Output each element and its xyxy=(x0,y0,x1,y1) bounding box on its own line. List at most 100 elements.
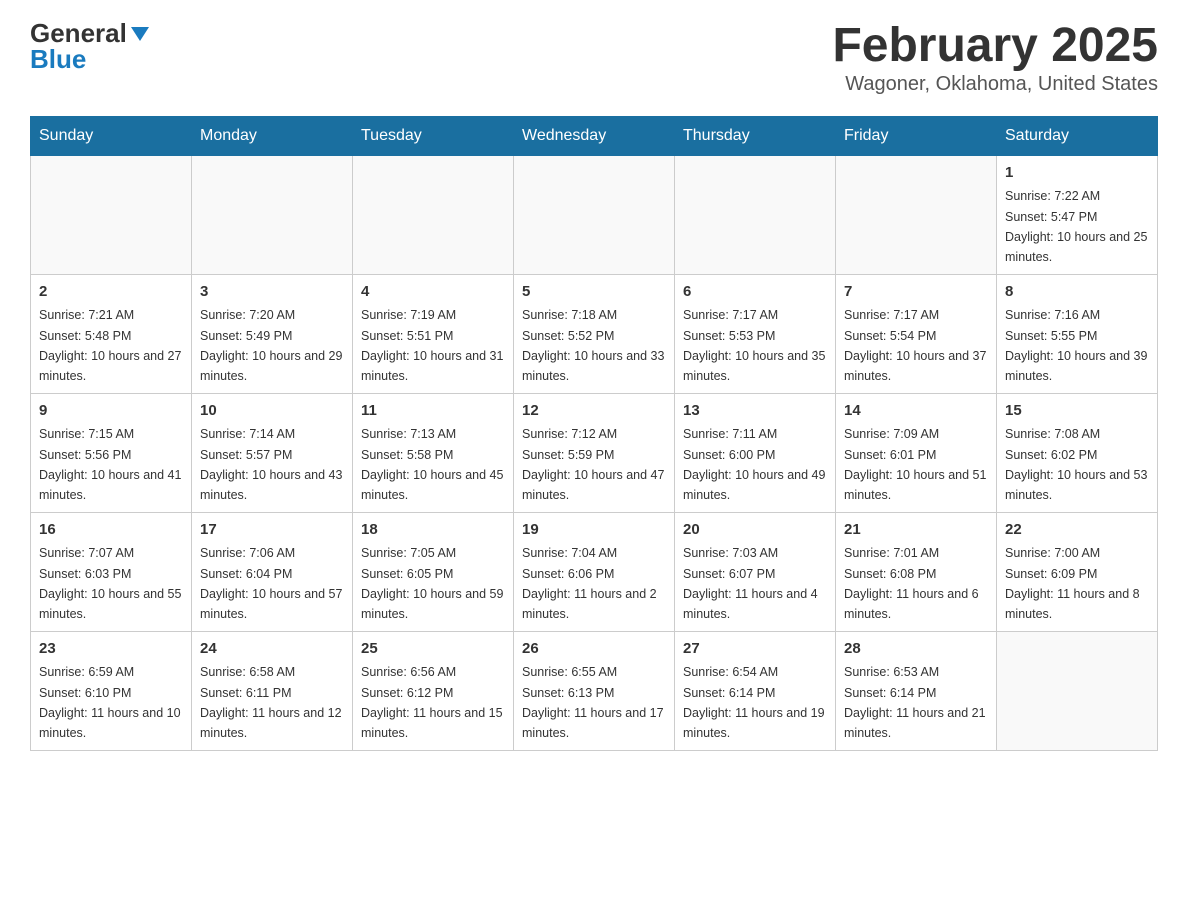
day-info: Sunrise: 7:17 AMSunset: 5:54 PMDaylight:… xyxy=(844,308,986,383)
day-info: Sunrise: 7:00 AMSunset: 6:09 PMDaylight:… xyxy=(1005,546,1140,621)
table-row: 2 Sunrise: 7:21 AMSunset: 5:48 PMDaylight… xyxy=(31,274,192,393)
calendar-week-row: 1 Sunrise: 7:22 AMSunset: 5:47 PMDaylight… xyxy=(31,155,1158,274)
day-number: 6 xyxy=(683,281,827,304)
day-info: Sunrise: 7:08 AMSunset: 6:02 PMDaylight:… xyxy=(1005,427,1147,502)
day-number: 15 xyxy=(1005,400,1149,423)
table-row: 24 Sunrise: 6:58 AMSunset: 6:11 PMDayligh… xyxy=(192,631,353,750)
day-number: 24 xyxy=(200,638,344,661)
calendar-week-row: 23 Sunrise: 6:59 AMSunset: 6:10 PMDayligh… xyxy=(31,631,1158,750)
day-info: Sunrise: 6:54 AMSunset: 6:14 PMDaylight:… xyxy=(683,665,825,740)
table-row: 10 Sunrise: 7:14 AMSunset: 5:57 PMDayligh… xyxy=(192,393,353,512)
table-row: 27 Sunrise: 6:54 AMSunset: 6:14 PMDayligh… xyxy=(675,631,836,750)
table-row xyxy=(675,155,836,274)
header-sunday: Sunday xyxy=(31,116,192,155)
day-info: Sunrise: 7:15 AMSunset: 5:56 PMDaylight:… xyxy=(39,427,181,502)
day-number: 16 xyxy=(39,519,183,542)
calendar-table: Sunday Monday Tuesday Wednesday Thursday… xyxy=(30,116,1158,751)
day-number: 12 xyxy=(522,400,666,423)
day-number: 25 xyxy=(361,638,505,661)
day-info: Sunrise: 7:13 AMSunset: 5:58 PMDaylight:… xyxy=(361,427,503,502)
table-row: 16 Sunrise: 7:07 AMSunset: 6:03 PMDayligh… xyxy=(31,512,192,631)
day-info: Sunrise: 7:06 AMSunset: 6:04 PMDaylight:… xyxy=(200,546,342,621)
day-number: 4 xyxy=(361,281,505,304)
day-number: 27 xyxy=(683,638,827,661)
logo: General Blue xyxy=(30,20,151,72)
day-number: 3 xyxy=(200,281,344,304)
day-number: 20 xyxy=(683,519,827,542)
table-row: 1 Sunrise: 7:22 AMSunset: 5:47 PMDaylight… xyxy=(997,155,1158,274)
table-row: 4 Sunrise: 7:19 AMSunset: 5:51 PMDaylight… xyxy=(353,274,514,393)
day-info: Sunrise: 7:16 AMSunset: 5:55 PMDaylight:… xyxy=(1005,308,1147,383)
day-number: 13 xyxy=(683,400,827,423)
table-row: 28 Sunrise: 6:53 AMSunset: 6:14 PMDayligh… xyxy=(836,631,997,750)
day-info: Sunrise: 7:19 AMSunset: 5:51 PMDaylight:… xyxy=(361,308,503,383)
day-info: Sunrise: 6:59 AMSunset: 6:10 PMDaylight:… xyxy=(39,665,181,740)
day-info: Sunrise: 6:53 AMSunset: 6:14 PMDaylight:… xyxy=(844,665,986,740)
table-row xyxy=(353,155,514,274)
table-row xyxy=(31,155,192,274)
day-number: 11 xyxy=(361,400,505,423)
table-row xyxy=(997,631,1158,750)
table-row: 9 Sunrise: 7:15 AMSunset: 5:56 PMDaylight… xyxy=(31,393,192,512)
header-wednesday: Wednesday xyxy=(514,116,675,155)
day-info: Sunrise: 7:12 AMSunset: 5:59 PMDaylight:… xyxy=(522,427,664,502)
page-header: General Blue February 2025 Wagoner, Okla… xyxy=(30,20,1158,96)
table-row xyxy=(192,155,353,274)
day-number: 7 xyxy=(844,281,988,304)
header-friday: Friday xyxy=(836,116,997,155)
calendar-header-row: Sunday Monday Tuesday Wednesday Thursday… xyxy=(31,116,1158,155)
table-row: 15 Sunrise: 7:08 AMSunset: 6:02 PMDayligh… xyxy=(997,393,1158,512)
table-row: 26 Sunrise: 6:55 AMSunset: 6:13 PMDayligh… xyxy=(514,631,675,750)
day-number: 28 xyxy=(844,638,988,661)
day-info: Sunrise: 7:07 AMSunset: 6:03 PMDaylight:… xyxy=(39,546,181,621)
day-info: Sunrise: 6:55 AMSunset: 6:13 PMDaylight:… xyxy=(522,665,664,740)
table-row: 6Sunrise: 7:17 AMSunset: 5:53 PMDaylight… xyxy=(675,274,836,393)
day-info: Sunrise: 7:04 AMSunset: 6:06 PMDaylight:… xyxy=(522,546,657,621)
day-number: 8 xyxy=(1005,281,1149,304)
table-row: 20 Sunrise: 7:03 AMSunset: 6:07 PMDayligh… xyxy=(675,512,836,631)
table-row: 21Sunrise: 7:01 AMSunset: 6:08 PMDayligh… xyxy=(836,512,997,631)
table-row: 11 Sunrise: 7:13 AMSunset: 5:58 PMDayligh… xyxy=(353,393,514,512)
table-row: 17 Sunrise: 7:06 AMSunset: 6:04 PMDayligh… xyxy=(192,512,353,631)
calendar-week-row: 2 Sunrise: 7:21 AMSunset: 5:48 PMDaylight… xyxy=(31,274,1158,393)
day-number: 18 xyxy=(361,519,505,542)
day-info: Sunrise: 6:58 AMSunset: 6:11 PMDaylight:… xyxy=(200,665,342,740)
day-info: Sunrise: 7:11 AMSunset: 6:00 PMDaylight:… xyxy=(683,427,825,502)
table-row xyxy=(836,155,997,274)
day-info: Sunrise: 7:14 AMSunset: 5:57 PMDaylight:… xyxy=(200,427,342,502)
table-row: 14Sunrise: 7:09 AMSunset: 6:01 PMDayligh… xyxy=(836,393,997,512)
day-info: Sunrise: 7:20 AMSunset: 5:49 PMDaylight:… xyxy=(200,308,342,383)
table-row: 12 Sunrise: 7:12 AMSunset: 5:59 PMDayligh… xyxy=(514,393,675,512)
day-number: 5 xyxy=(522,281,666,304)
day-number: 2 xyxy=(39,281,183,304)
day-info: Sunrise: 7:03 AMSunset: 6:07 PMDaylight:… xyxy=(683,546,818,621)
calendar-week-row: 16 Sunrise: 7:07 AMSunset: 6:03 PMDayligh… xyxy=(31,512,1158,631)
day-number: 14 xyxy=(844,400,988,423)
header-thursday: Thursday xyxy=(675,116,836,155)
day-number: 10 xyxy=(200,400,344,423)
day-number: 19 xyxy=(522,519,666,542)
day-number: 1 xyxy=(1005,162,1149,185)
header-monday: Monday xyxy=(192,116,353,155)
title-block: February 2025 Wagoner, Oklahoma, United … xyxy=(832,20,1158,96)
table-row: 23 Sunrise: 6:59 AMSunset: 6:10 PMDayligh… xyxy=(31,631,192,750)
day-number: 21 xyxy=(844,519,988,542)
day-info: Sunrise: 7:22 AMSunset: 5:47 PMDaylight:… xyxy=(1005,189,1147,264)
calendar-title: February 2025 xyxy=(832,20,1158,73)
header-saturday: Saturday xyxy=(997,116,1158,155)
table-row: 22Sunrise: 7:00 AMSunset: 6:09 PMDayligh… xyxy=(997,512,1158,631)
day-number: 26 xyxy=(522,638,666,661)
day-number: 17 xyxy=(200,519,344,542)
table-row: 8 Sunrise: 7:16 AMSunset: 5:55 PMDaylight… xyxy=(997,274,1158,393)
day-number: 9 xyxy=(39,400,183,423)
calendar-week-row: 9 Sunrise: 7:15 AMSunset: 5:56 PMDaylight… xyxy=(31,393,1158,512)
logo-general-text: General xyxy=(30,20,127,46)
day-info: Sunrise: 7:21 AMSunset: 5:48 PMDaylight:… xyxy=(39,308,181,383)
day-info: Sunrise: 6:56 AMSunset: 6:12 PMDaylight:… xyxy=(361,665,503,740)
table-row: 18Sunrise: 7:05 AMSunset: 6:05 PMDayligh… xyxy=(353,512,514,631)
day-number: 23 xyxy=(39,638,183,661)
logo-arrow-icon xyxy=(129,23,151,45)
table-row xyxy=(514,155,675,274)
calendar-subtitle: Wagoner, Oklahoma, United States xyxy=(832,73,1158,96)
table-row: 19 Sunrise: 7:04 AMSunset: 6:06 PMDayligh… xyxy=(514,512,675,631)
